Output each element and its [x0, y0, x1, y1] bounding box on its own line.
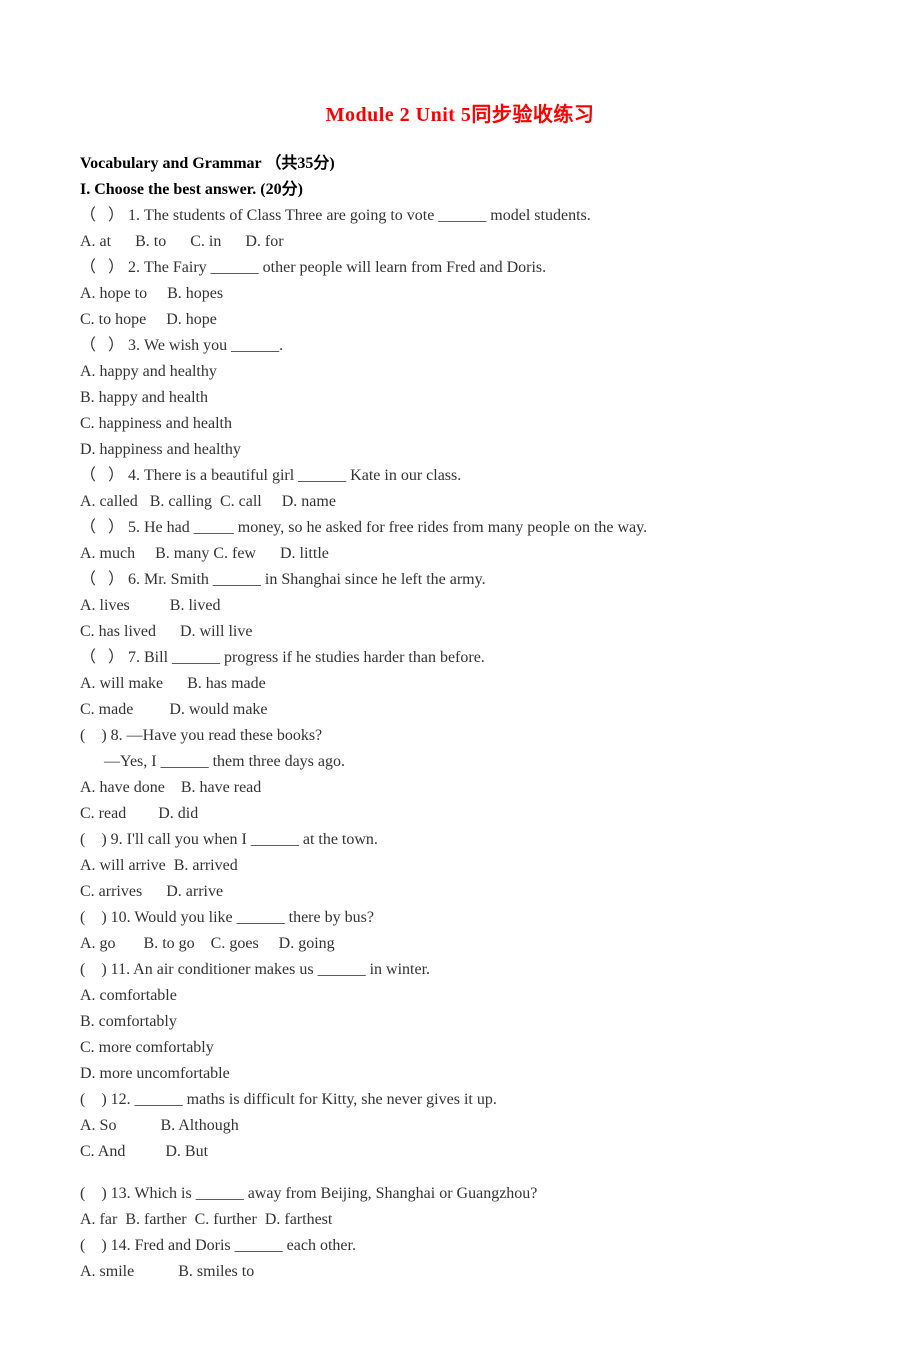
q8-options-row2: C. read D. did: [80, 802, 840, 826]
q6-text: （ ） 6. Mr. Smith ______ in Shanghai sinc…: [80, 568, 840, 592]
spacer: [80, 1166, 840, 1182]
q8-text2: —Yes, I ______ them three days ago.: [80, 750, 840, 774]
q2-options-row1: A. hope to B. hopes: [80, 282, 840, 306]
q11-option-c: C. more comfortably: [80, 1036, 840, 1060]
q10-text: ( ) 10. Would you like ______ there by b…: [80, 906, 840, 930]
q4-text: （ ） 4. There is a beautiful girl ______ …: [80, 464, 840, 488]
q7-text: （ ） 7. Bill ______ progress if he studie…: [80, 646, 840, 670]
q14-options-row1: A. smile B. smiles to: [80, 1260, 840, 1284]
q14-text: ( ) 14. Fred and Doris ______ each other…: [80, 1234, 840, 1258]
sub-header: I. Choose the best answer. (20分): [80, 178, 840, 202]
q3-option-d: D. happiness and healthy: [80, 438, 840, 462]
title-main: Module 2 Unit 5: [326, 104, 472, 126]
q9-text: ( ) 9. I'll call you when I ______ at th…: [80, 828, 840, 852]
q3-option-c: C. happiness and health: [80, 412, 840, 436]
q11-option-d: D. more uncomfortable: [80, 1062, 840, 1086]
q7-options-row1: A. will make B. has made: [80, 672, 840, 696]
q1-text: （ ） 1. The students of Class Three are g…: [80, 204, 840, 228]
q6-options-row2: C. has lived D. will live: [80, 620, 840, 644]
q8-options-row1: A. have done B. have read: [80, 776, 840, 800]
q9-options-row2: C. arrives D. arrive: [80, 880, 840, 904]
q3-option-b: B. happy and health: [80, 386, 840, 410]
q3-option-a: A. happy and healthy: [80, 360, 840, 384]
q13-text: ( ) 13. Which is ______ away from Beijin…: [80, 1182, 840, 1206]
q12-options-row2: C. And D. But: [80, 1140, 840, 1164]
q10-options: A. go B. to go C. goes D. going: [80, 932, 840, 956]
q5-options: A. much B. many C. few D. little: [80, 542, 840, 566]
q4-options: A. called B. calling C. call D. name: [80, 490, 840, 514]
q11-option-b: B. comfortably: [80, 1010, 840, 1034]
q8-text: ( ) 8. —Have you read these books?: [80, 724, 840, 748]
q7-options-row2: C. made D. would make: [80, 698, 840, 722]
q1-options: A. at B. to C. in D. for: [80, 230, 840, 254]
q5-text: （ ） 5. He had _____ money, so he asked f…: [80, 516, 840, 540]
page-title: Module 2 Unit 5同步验收练习: [80, 100, 840, 130]
q3-text: （ ） 3. We wish you ______.: [80, 334, 840, 358]
q11-text: ( ) 11. An air conditioner makes us ____…: [80, 958, 840, 982]
title-suffix: 同步验收练习: [471, 104, 594, 126]
q12-options-row1: A. So B. Although: [80, 1114, 840, 1138]
q13-options: A. far B. farther C. further D. farthest: [80, 1208, 840, 1232]
q11-option-a: A. comfortable: [80, 984, 840, 1008]
q2-text: （ ） 2. The Fairy ______ other people wil…: [80, 256, 840, 280]
section-header: Vocabulary and Grammar （共35分): [80, 152, 840, 176]
q12-text: ( ) 12. ______ maths is difficult for Ki…: [80, 1088, 840, 1112]
q9-options-row1: A. will arrive B. arrived: [80, 854, 840, 878]
q2-options-row2: C. to hope D. hope: [80, 308, 840, 332]
q6-options-row1: A. lives B. lived: [80, 594, 840, 618]
